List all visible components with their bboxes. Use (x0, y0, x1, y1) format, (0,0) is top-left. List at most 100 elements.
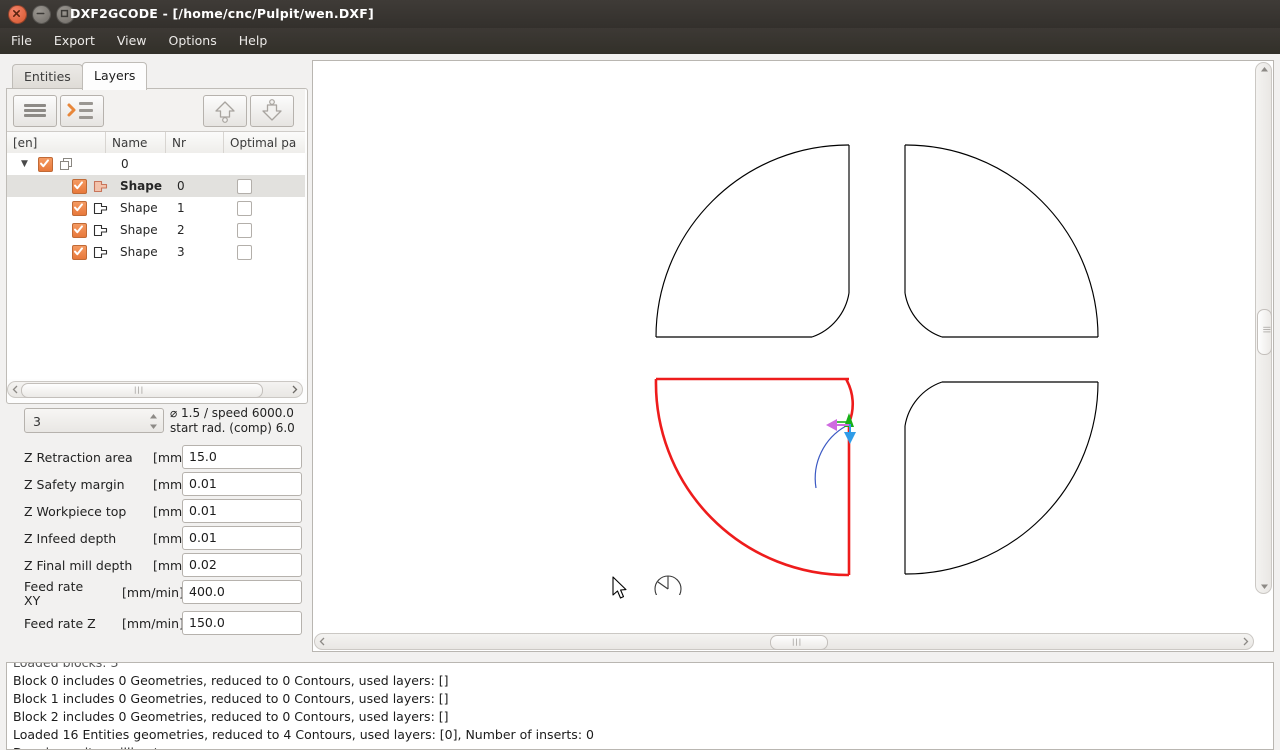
close-button[interactable] (8, 5, 27, 24)
spinner-arrows-icon[interactable] (149, 413, 158, 430)
menu-item-export[interactable]: Export (43, 28, 106, 54)
log-line: Drawing units: millimeters (7, 744, 1273, 749)
drawing-canvas-container[interactable]: ||| ||| (312, 60, 1274, 652)
field-z-final-mill-depth: Z Final mill depth [mm] 0.02 (24, 552, 306, 579)
z-infeed-depth-input[interactable]: 0.01 (182, 526, 302, 550)
shape-outline-bottom-right[interactable] (904, 381, 1099, 575)
column-header-name[interactable]: Name (105, 132, 165, 154)
scroll-right-icon[interactable] (290, 385, 299, 394)
canvas-horizontal-scrollbar[interactable]: ||| (314, 633, 1254, 650)
menu-item-view[interactable]: View (106, 28, 158, 54)
menu-item-help[interactable]: Help (228, 28, 279, 54)
tree-toolbar (7, 89, 305, 131)
title-bar: DXF2GCODE - [/home/cnc/Pulpit/wen.DXF] (0, 0, 1280, 29)
field-value: 0.01 (189, 476, 217, 491)
collapse-all-button[interactable] (13, 95, 57, 127)
tool-info: ⌀ 1.5 / speed 6000.0 start rad. (comp) 6… (170, 406, 310, 436)
field-value: 0.01 (189, 530, 217, 545)
shape-checkbox[interactable] (72, 223, 87, 238)
expand-all-button[interactable] (60, 95, 104, 127)
log-line: Loaded 16 Entities geometries, reduced t… (13, 727, 594, 742)
tree-horizontal-scrollbar[interactable]: ||| (7, 381, 303, 398)
tab-layers[interactable]: Layers (82, 62, 148, 90)
expander-icon[interactable]: ▼ (21, 153, 28, 175)
shape-outline-top-right[interactable] (904, 144, 1099, 338)
log-line: Block 0 includes 0 Geometries, reduced t… (13, 673, 449, 688)
log-console[interactable]: Loaded blocks: 3 Block 0 includes 0 Geom… (6, 662, 1274, 750)
application-window: DXF2GCODE - [/home/cnc/Pulpit/wen.DXF] F… (0, 0, 1280, 750)
minimize-button[interactable] (32, 5, 51, 24)
arrow-down-icon (262, 99, 282, 121)
z-retraction-area-input[interactable]: 15.0 (182, 445, 302, 469)
tab-entities[interactable]: Entities (12, 64, 83, 89)
shape-name: Shape (120, 245, 158, 259)
tool-number-value: 3 (33, 414, 41, 429)
shape-checkbox[interactable] (72, 179, 87, 194)
feed-rate-xy-input[interactable]: 400.0 (182, 580, 302, 604)
log-line: Block 2 includes 0 Geometries, reduced t… (13, 709, 449, 724)
shape-checkbox[interactable] (72, 245, 87, 260)
field-z-retraction-area: Z Retraction area [mm] 15.0 (24, 444, 306, 471)
table-row[interactable]: Shape 2 (7, 219, 305, 241)
canvas-vertical-scrollbar[interactable]: ||| (1255, 62, 1272, 594)
menu-item-options[interactable]: Options (158, 28, 228, 54)
z-workpiece-top-input[interactable]: 0.01 (182, 499, 302, 523)
window-controls (8, 5, 75, 24)
optimal-path-checkbox[interactable] (237, 245, 252, 260)
shape-number: 3 (177, 245, 185, 259)
scroll-up-icon[interactable] (1260, 66, 1269, 73)
optimal-path-checkbox[interactable] (237, 201, 252, 216)
table-row[interactable]: Shape 1 (7, 197, 305, 219)
layer-icon (60, 158, 72, 170)
menu-bar: File Export View Options Help (0, 28, 1280, 55)
list-lines-icon (24, 104, 46, 117)
shape-checkbox[interactable] (72, 201, 87, 216)
left-panel: Entities Layers [en] Name Nr Optimal pa … (6, 62, 310, 635)
origin-marker-icon (654, 575, 682, 595)
layers-tree[interactable]: ▼ 0 Shape 0 Shape 1 Shape 2 Shape 3 (7, 153, 305, 379)
field-label: Z Safety margin (24, 477, 125, 492)
shape-number: 1 (177, 201, 185, 215)
shape-icon (93, 180, 108, 193)
table-row[interactable]: ▼ 0 (7, 153, 305, 175)
field-feed-rate-xy: Feed rate XY [mm/min] 400.0 (24, 579, 306, 608)
canvas-vscrollbar-thumb[interactable]: ||| (1257, 309, 1272, 355)
move-up-button[interactable] (203, 95, 247, 127)
shape-icon (93, 246, 108, 259)
column-header-optimal-path[interactable]: Optimal pa (223, 132, 305, 154)
scroll-left-icon[interactable] (318, 637, 327, 646)
scroll-down-icon[interactable] (1260, 583, 1269, 590)
tree-scrollbar-thumb[interactable]: ||| (21, 383, 263, 398)
menu-item-file[interactable]: File (0, 28, 43, 54)
tool-start-radius: start rad. (comp) 6.0 (170, 421, 295, 435)
table-row[interactable]: Shape 3 (7, 241, 305, 263)
z-final-mill-depth-input[interactable]: 0.02 (182, 553, 302, 577)
feed-rate-z-input[interactable]: 150.0 (182, 611, 302, 635)
shape-outline-top-left[interactable] (655, 144, 850, 338)
shape-name: Shape (120, 223, 158, 237)
tool-number-spinbox[interactable]: 3 (24, 408, 164, 433)
field-unit: [mm/min] (122, 616, 184, 631)
field-label: Feed rate XY (24, 579, 84, 608)
expand-tree-icon (67, 102, 93, 119)
field-value: 150.0 (189, 615, 225, 630)
table-row[interactable]: Shape 0 (7, 175, 305, 197)
field-label: Feed rate Z (24, 616, 96, 631)
field-label: Z Final mill depth (24, 558, 133, 573)
field-z-safety-margin: Z Safety margin [mm] 0.01 (24, 471, 306, 498)
optimal-path-checkbox[interactable] (237, 223, 252, 238)
column-header-en[interactable]: [en] (7, 132, 105, 154)
move-down-button[interactable] (250, 95, 294, 127)
layers-panel: [en] Name Nr Optimal pa ▼ 0 Shape 0 Shap… (6, 88, 308, 404)
field-feed-rate-z: Feed rate Z [mm/min] 150.0 (24, 610, 306, 637)
dxf-drawing-canvas[interactable] (313, 61, 1253, 595)
scroll-right-icon[interactable] (1241, 637, 1250, 646)
layer-checkbox[interactable] (38, 157, 53, 172)
shape-number: 2 (177, 223, 185, 237)
column-header-nr[interactable]: Nr (165, 132, 223, 154)
canvas-hscrollbar-thumb[interactable]: ||| (770, 635, 828, 650)
z-safety-margin-input[interactable]: 0.01 (182, 472, 302, 496)
optimal-path-checkbox[interactable] (237, 179, 252, 194)
shape-outline-bottom-left-selected[interactable] (654, 377, 854, 577)
scroll-left-icon[interactable] (11, 385, 20, 394)
